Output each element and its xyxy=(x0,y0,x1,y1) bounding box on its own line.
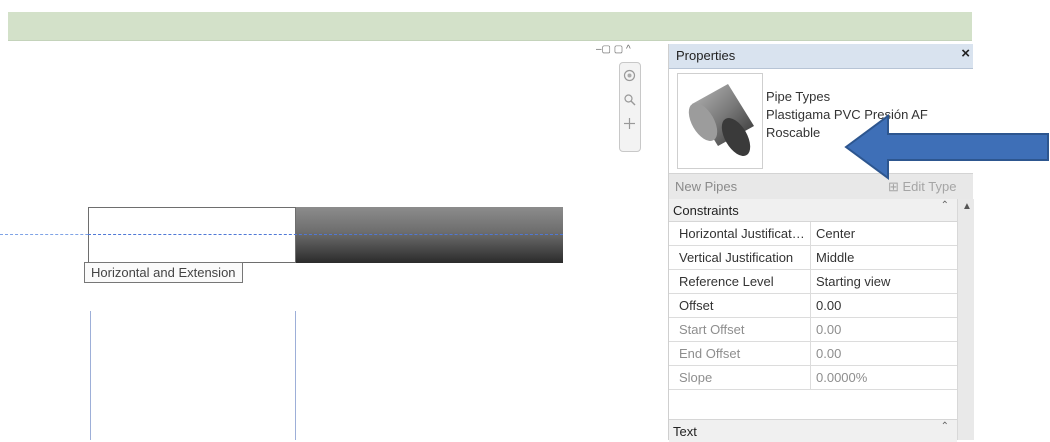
instance-filter-label[interactable]: New Pipes xyxy=(675,179,737,194)
collapse-icon[interactable]: ⌃ xyxy=(941,421,949,432)
properties-scrollbar[interactable]: ▲ xyxy=(957,199,974,440)
zoom-icon[interactable] xyxy=(623,93,636,109)
property-value[interactable]: Middle xyxy=(810,246,950,269)
property-row-disabled: End Offset 0.00 xyxy=(669,342,957,366)
pipe-placement-outline xyxy=(88,207,296,263)
property-name: Horizontal Justification xyxy=(679,226,805,241)
property-name: Slope xyxy=(679,370,713,385)
property-name: Offset xyxy=(679,298,714,313)
property-row[interactable]: Vertical Justification Middle xyxy=(669,246,957,270)
property-name: Start Offset xyxy=(679,322,745,337)
close-icon[interactable]: × xyxy=(961,45,970,62)
property-row[interactable]: Horizontal Justification Center xyxy=(669,222,957,246)
section-label: Constraints xyxy=(673,203,739,218)
section-header-constraints[interactable]: Constraints ⌃ xyxy=(669,199,957,222)
property-value[interactable]: Center xyxy=(810,222,950,245)
callout-arrow-icon xyxy=(844,114,1049,180)
property-row-disabled: Start Offset 0.00 xyxy=(669,318,957,342)
section-label: Text xyxy=(673,424,697,439)
drawing-canvas[interactable]: Horizontal and Extension xyxy=(0,41,668,440)
property-name: End Offset xyxy=(679,346,741,361)
type-name-line2: Roscable xyxy=(766,125,821,140)
properties-palette: Properties × Pipe Types Plastigama PVC P… xyxy=(668,44,974,442)
collapse-icon[interactable]: ⌃ xyxy=(941,200,949,211)
view-window-controls[interactable]: –▢ ▢ ^ xyxy=(596,44,668,58)
ribbon-bar xyxy=(8,12,972,41)
property-name: Reference Level xyxy=(679,274,774,289)
pipe-centerline xyxy=(88,234,563,235)
pipe-thumbnail xyxy=(677,73,763,169)
property-value: 0.0000% xyxy=(810,366,950,389)
type-family: Pipe Types xyxy=(766,89,831,104)
property-value: 0.00 xyxy=(810,318,950,341)
grid-line-right xyxy=(295,311,296,440)
property-row[interactable]: Offset 0.00 xyxy=(669,294,957,318)
properties-title: Properties xyxy=(676,48,736,63)
property-value[interactable]: 0.00 xyxy=(810,294,950,317)
property-name: Vertical Justification xyxy=(679,250,794,265)
properties-header: Properties × xyxy=(669,44,973,69)
navigation-bar[interactable] xyxy=(619,62,641,152)
pan-icon[interactable] xyxy=(623,117,636,133)
section-header-text[interactable]: Text ⌃ xyxy=(669,419,957,442)
property-row[interactable]: Reference Level Starting view xyxy=(669,270,957,294)
property-value: 0.00 xyxy=(810,342,950,365)
snap-tooltip: Horizontal and Extension xyxy=(84,262,243,283)
property-value[interactable]: Starting view xyxy=(810,270,950,293)
wheel-icon[interactable] xyxy=(623,69,636,85)
property-row-disabled: Slope 0.0000% xyxy=(669,366,957,390)
grid-line-left xyxy=(90,311,91,440)
scroll-up-icon[interactable]: ▲ xyxy=(962,201,972,212)
pipe-preview[interactable] xyxy=(296,207,563,263)
